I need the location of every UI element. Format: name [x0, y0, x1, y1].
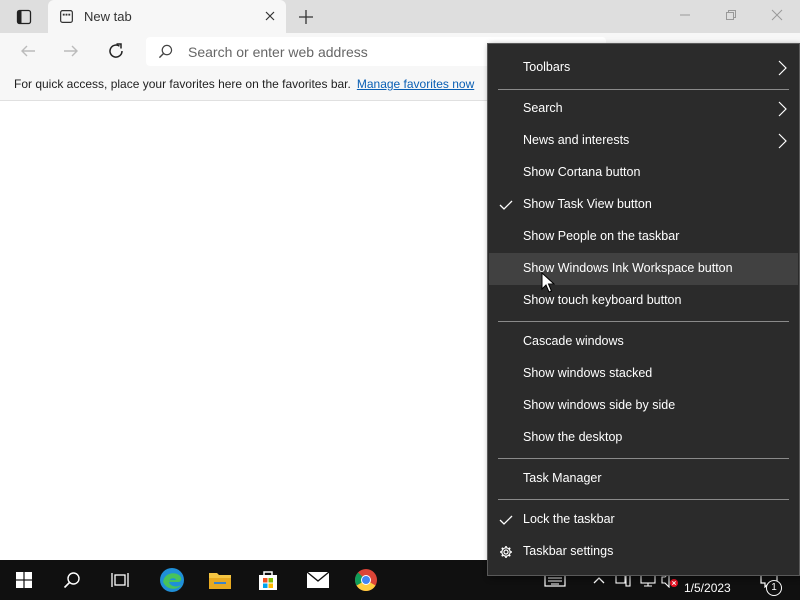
menu-item-label: Task Manager — [523, 471, 602, 485]
chrome-icon — [355, 569, 377, 591]
chevron-up-icon — [593, 577, 605, 584]
tab-actions-button[interactable] — [8, 6, 40, 28]
manage-favorites-link[interactable]: Manage favorites now — [357, 77, 474, 91]
taskbar-context-menu: Toolbars Search News and interests Show … — [487, 43, 800, 576]
minimize-icon — [680, 14, 690, 16]
windows-logo-icon — [16, 572, 32, 588]
close-window-button[interactable] — [754, 0, 800, 30]
chevron-right-icon — [778, 60, 787, 76]
new-tab-page-icon — [60, 10, 73, 23]
back-button[interactable] — [14, 38, 42, 64]
menu-item-label: Show People on the taskbar — [523, 229, 680, 243]
file-explorer-icon — [209, 573, 231, 589]
task-view-icon — [111, 573, 129, 587]
menu-item-show-the-desktop[interactable]: Show the desktop — [489, 422, 798, 454]
restore-button[interactable] — [708, 0, 754, 30]
menu-separator — [498, 89, 789, 90]
menu-item-cascade-windows[interactable]: Cascade windows — [489, 326, 798, 358]
edge-icon — [160, 568, 184, 592]
menu-item-label: Show Cortana button — [523, 165, 641, 179]
close-tab-button[interactable] — [262, 8, 278, 24]
menu-item-toolbars[interactable]: Toolbars — [489, 52, 798, 84]
notification-count-badge: 1 — [766, 580, 782, 596]
menu-item-show-task-view-button[interactable]: Show Task View button — [489, 189, 798, 221]
favorites-bar-message: For quick access, place your favorites h… — [14, 77, 474, 91]
taskbar-mail-button[interactable] — [294, 560, 342, 600]
task-view-button[interactable] — [96, 560, 144, 600]
menu-item-show-touch-keyboard-button[interactable]: Show touch keyboard button — [489, 285, 798, 317]
menu-item-search[interactable]: Search — [489, 93, 798, 125]
menu-item-label: Cascade windows — [523, 334, 624, 348]
menu-item-show-cortana-button[interactable]: Show Cortana button — [489, 157, 798, 189]
refresh-icon — [109, 43, 123, 58]
menu-item-show-windows-stacked[interactable]: Show windows stacked — [489, 358, 798, 390]
close-icon — [771, 9, 783, 21]
start-button[interactable] — [0, 560, 48, 600]
menu-item-label: Show windows side by side — [523, 398, 676, 412]
taskbar-store-button[interactable] — [244, 560, 292, 600]
tab-bar: New tab — [0, 0, 800, 33]
taskbar-file-explorer-button[interactable] — [196, 560, 244, 600]
tab-new-tab[interactable]: New tab — [48, 0, 286, 33]
menu-item-label: News and interests — [523, 133, 630, 147]
checkmark-icon — [499, 515, 513, 525]
checkmark-icon — [499, 200, 513, 210]
menu-item-task-manager[interactable]: Task Manager — [489, 463, 798, 495]
minimize-button[interactable] — [662, 0, 708, 30]
taskbar-search-button[interactable] — [48, 560, 96, 600]
taskbar-edge-button[interactable] — [148, 560, 196, 600]
chevron-right-icon — [778, 101, 787, 117]
menu-separator — [498, 321, 789, 322]
taskbar-clock-date[interactable]: 1/5/2023 — [684, 581, 731, 595]
arrow-left-icon — [21, 45, 35, 57]
new-tab-button[interactable] — [294, 5, 318, 29]
chevron-right-icon — [778, 133, 787, 149]
menu-item-label: Toolbars — [523, 60, 571, 74]
mail-icon — [306, 571, 330, 588]
menu-item-show-windows-ink-workspace-button[interactable]: Show Windows Ink Workspace button — [489, 253, 798, 285]
menu-separator — [498, 458, 789, 459]
menu-item-label: Show the desktop — [523, 430, 623, 444]
forward-button[interactable] — [57, 38, 85, 64]
menu-item-label: Show Task View button — [523, 197, 652, 211]
menu-item-label: Search — [523, 101, 563, 115]
menu-item-label: Taskbar settings — [523, 544, 614, 558]
menu-item-lock-the-taskbar[interactable]: Lock the taskbar — [489, 504, 798, 536]
mouse-cursor-icon — [541, 272, 555, 293]
tab-actions-icon — [16, 9, 32, 25]
search-icon — [158, 44, 173, 59]
search-icon — [63, 572, 80, 589]
menu-item-label: Show windows stacked — [523, 366, 653, 380]
favorites-hint-text: For quick access, place your favorites h… — [14, 77, 351, 91]
menu-item-label: Lock the taskbar — [523, 512, 615, 526]
tab-title: New tab — [84, 9, 132, 24]
menu-item-taskbar-settings[interactable]: Taskbar settings — [489, 536, 798, 568]
menu-item-show-people-on-the-taskbar[interactable]: Show People on the taskbar — [489, 221, 798, 253]
store-icon — [259, 571, 277, 590]
menu-item-news-and-interests[interactable]: News and interests — [489, 125, 798, 157]
address-placeholder: Search or enter web address — [188, 44, 368, 60]
close-icon — [265, 11, 275, 21]
menu-item-label: Show touch keyboard button — [523, 293, 682, 307]
arrow-right-icon — [64, 45, 78, 57]
refresh-button[interactable] — [102, 38, 130, 64]
plus-icon — [299, 10, 313, 24]
gear-icon — [500, 546, 512, 558]
restore-icon — [726, 10, 736, 20]
menu-separator — [498, 499, 789, 500]
menu-item-show-windows-side-by-side[interactable]: Show windows side by side — [489, 390, 798, 422]
taskbar-chrome-button[interactable] — [342, 560, 390, 600]
